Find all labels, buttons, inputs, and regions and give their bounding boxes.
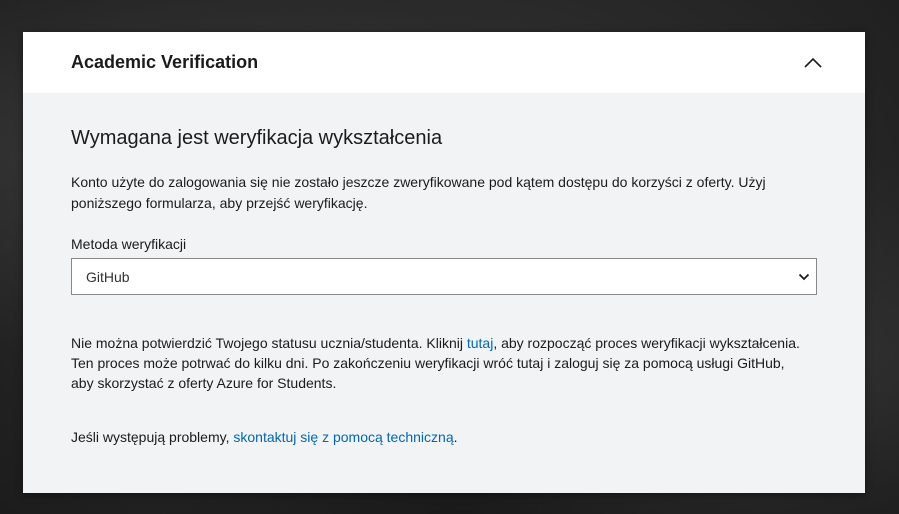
verification-method-label: Metoda weryfikacji [71, 236, 187, 252]
panel-title: Academic Verification [71, 52, 259, 72]
status-text-start: Nie można potwierdzić Twojego statusu uc… [71, 335, 467, 351]
help-text-start: Jeśli występują problemy, [71, 429, 234, 445]
verification-link[interactable]: tutaj [467, 335, 493, 351]
help-text-end: . [453, 429, 458, 445]
help-message: Jeśli występują problemy, skontaktuj się… [71, 429, 817, 445]
panel-body: Wymagana jest weryfikacja wykształcenia … [23, 93, 865, 445]
chevron-up-icon [804, 57, 822, 68]
academic-verification-panel: Academic Verification Wymagana jest wery… [23, 32, 865, 493]
section-heading: Wymagana jest weryfikacja wykształcenia [71, 127, 443, 149]
panel-header[interactable]: Academic Verification [23, 32, 865, 93]
contact-support-link[interactable]: skontaktuj się z pomocą techniczną [233, 429, 453, 445]
verification-method-select[interactable]: GitHub [71, 258, 817, 295]
collapse-button[interactable] [801, 51, 825, 75]
status-message: Nie można potwierdzić Twojego statusu uc… [71, 333, 811, 393]
chevron-down-icon [798, 273, 810, 280]
verification-method-value: GitHub [86, 268, 130, 285]
intro-text: Konto użyte do zalogowania się nie zosta… [71, 174, 766, 211]
